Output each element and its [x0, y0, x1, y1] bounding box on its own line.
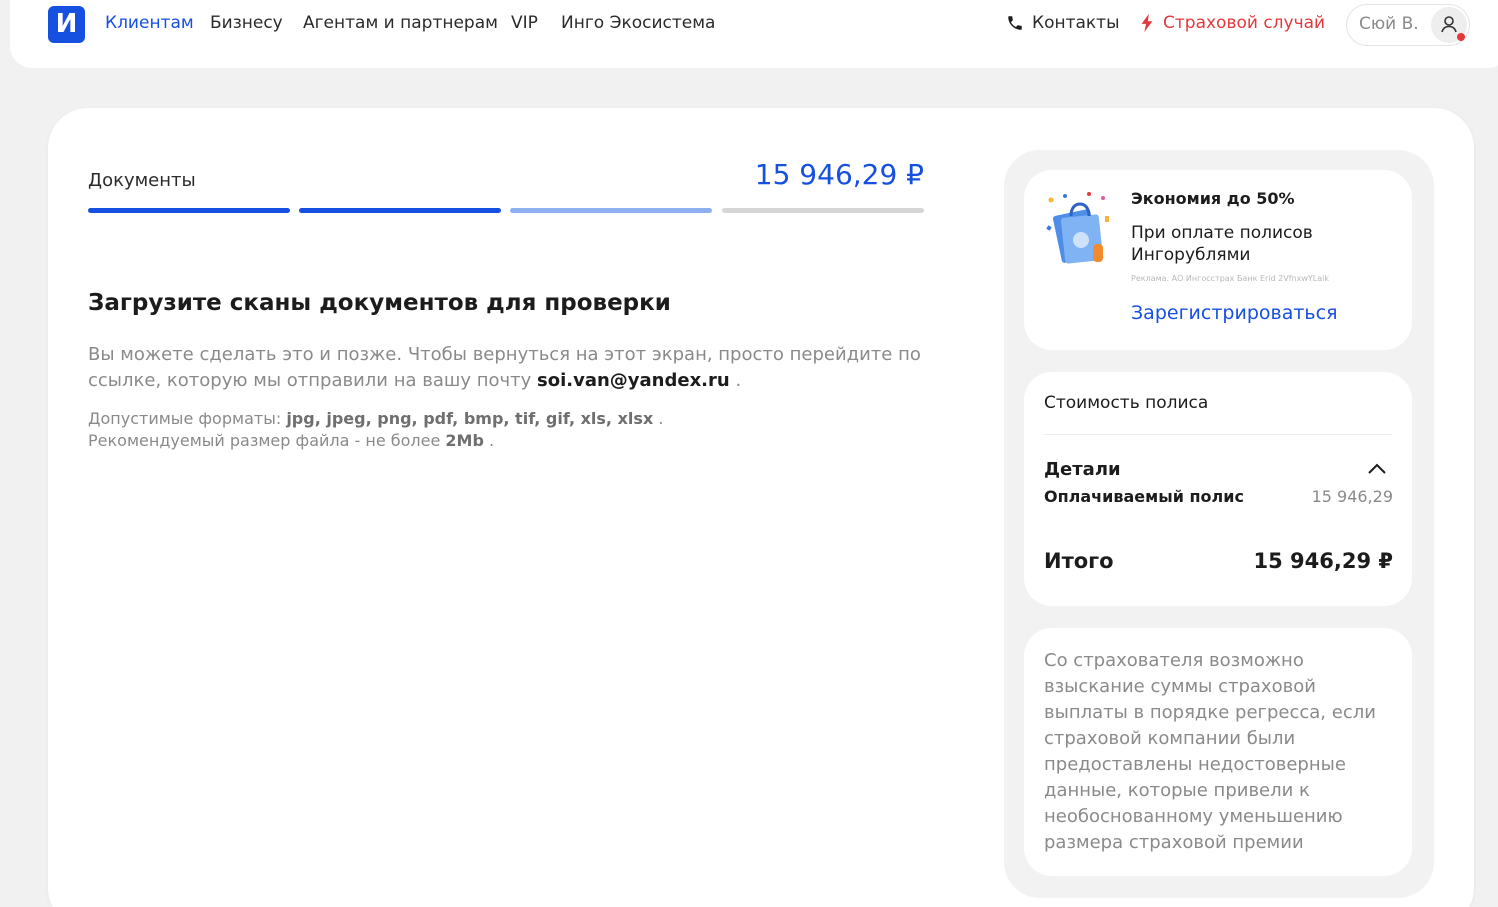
upload-formats: Допустимые форматы: jpg, jpeg, png, pdf,…	[88, 408, 928, 452]
progress-segment-1	[88, 208, 290, 213]
user-menu-button[interactable]: Сюй В.	[1346, 4, 1470, 46]
chevron-up-icon[interactable]	[1367, 462, 1387, 476]
progress-segment-4	[722, 208, 924, 213]
step-label: Документы	[88, 170, 196, 191]
nav-item-ingo-ecosystem[interactable]: Инго Экосистема	[561, 13, 715, 33]
formats-label: Допустимые форматы:	[88, 409, 282, 428]
formats-end: .	[658, 409, 664, 428]
upload-description-end: .	[735, 370, 742, 391]
size-end: .	[489, 431, 495, 450]
lightning-icon	[1141, 14, 1153, 32]
avatar	[1431, 7, 1467, 43]
progress-segment-3	[510, 208, 712, 213]
total-value: 15 946,29 ₽	[1253, 549, 1394, 573]
total-label: Итого	[1044, 549, 1114, 573]
user-name: Сюй В.	[1359, 14, 1419, 34]
promo-title: Экономия до 50%	[1131, 189, 1295, 208]
insurance-claim-link[interactable]: Страховой случай	[1140, 13, 1325, 33]
upload-heading: Загрузите сканы документов для проверки	[88, 290, 671, 316]
register-link[interactable]: Зарегистрироваться	[1131, 302, 1338, 324]
nav-item-vip[interactable]: VIP	[511, 13, 538, 33]
upload-description-text: Вы можете сделать это и позже. Чтобы вер…	[88, 344, 921, 391]
details-toggle[interactable]: Детали	[1044, 459, 1121, 480]
paid-policy-value: 15 946,29	[1311, 487, 1393, 506]
shopping-bag-illustration	[1046, 192, 1109, 264]
user-email: soi.van@yandex.ru	[537, 370, 730, 391]
total-amount-header: 15 946,29 ₽	[754, 158, 924, 191]
divider	[1044, 434, 1392, 435]
contacts-link[interactable]: Контакты	[1006, 13, 1120, 33]
promo-text: При оплате полисов Ингорублями	[1131, 223, 1313, 265]
notification-dot	[1457, 33, 1465, 41]
size-value: 2Mb	[445, 431, 484, 450]
formats-value: jpg, jpeg, png, pdf, bmp, tif, gif, xls,…	[286, 409, 654, 428]
nav-item-business[interactable]: Бизнесу	[210, 13, 283, 33]
promo-fine-print: Реклама. АО Ингосстрах Банк Erid 2VfnxwY…	[1131, 274, 1329, 283]
nav-item-agents-partners[interactable]: Агентам и партнерам	[303, 13, 498, 33]
notice-text: Со страхователя возможно взыскание суммы…	[1044, 650, 1376, 853]
logo[interactable]: И	[48, 6, 85, 43]
top-navigation	[10, 0, 1498, 68]
nav-item-clients[interactable]: Клиентам	[105, 13, 194, 33]
upload-description: Вы можете сделать это и позже. Чтобы вер…	[88, 342, 928, 394]
phone-icon	[1008, 16, 1022, 30]
size-label: Рекомендуемый размер файла - не более	[88, 431, 441, 450]
policy-cost-title: Стоимость полиса	[1044, 393, 1209, 413]
insurance-claim-label: Страховой случай	[1163, 13, 1326, 33]
progress-segment-2	[299, 208, 501, 213]
contacts-label: Контакты	[1032, 13, 1120, 33]
paid-policy-label: Оплачиваемый полис	[1044, 487, 1244, 506]
